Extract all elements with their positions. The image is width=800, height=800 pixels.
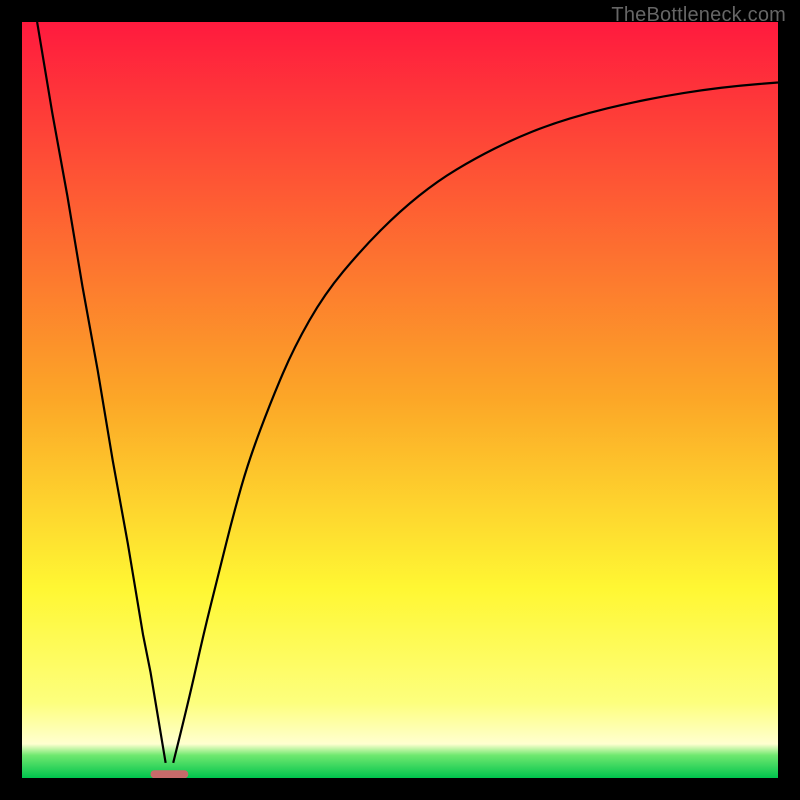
optimum-marker [151, 770, 189, 778]
chart-frame [22, 22, 778, 778]
watermark-text: TheBottleneck.com [611, 4, 786, 27]
chart-background [22, 22, 778, 778]
chart-svg [22, 22, 778, 778]
